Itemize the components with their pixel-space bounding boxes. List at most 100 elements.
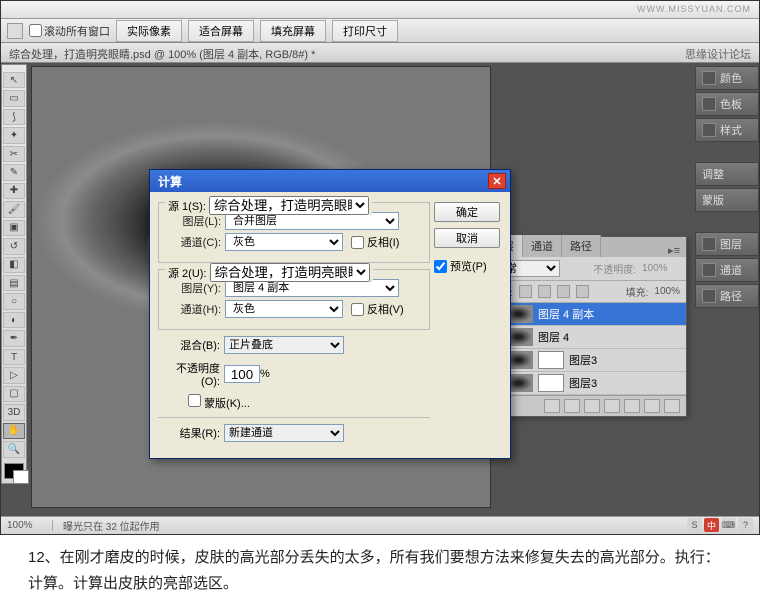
- src2-file-select[interactable]: 综合处理，打造明亮眼睛.psd: [210, 263, 370, 282]
- status-info: 曝光只在 32 位起作用: [63, 518, 160, 533]
- dialog-title: 计算: [158, 173, 182, 190]
- tab-paths[interactable]: 路径: [562, 235, 601, 257]
- channels-dock-tab[interactable]: 通道: [695, 258, 759, 282]
- source1-group: 源 1(S): 综合处理，打造明亮眼睛.psd 图层(L): 合并图层 通道(C…: [158, 202, 430, 263]
- layer-row[interactable]: 👁 图层 4 副本: [484, 303, 686, 326]
- brush-tool[interactable]: 🖌: [3, 201, 25, 217]
- url-watermark: WWW.MISSYUAN.COM: [637, 4, 751, 14]
- eyedropper-tool[interactable]: ✎: [3, 164, 25, 180]
- active-tool-icon[interactable]: [7, 23, 23, 39]
- lock-trans-icon[interactable]: [519, 285, 532, 298]
- close-icon[interactable]: ✕: [488, 173, 506, 189]
- fill-value[interactable]: 100%: [654, 286, 680, 297]
- cancel-button[interactable]: 取消: [434, 228, 500, 248]
- document-tab[interactable]: 综合处理，打造明亮眼睛.psd @ 100% (图层 4 副本, RGB/8#)…: [1, 43, 759, 63]
- print-size-button[interactable]: 打印尺寸: [332, 20, 398, 42]
- lock-pos-icon[interactable]: [557, 285, 570, 298]
- pen-tool[interactable]: ✒: [3, 330, 25, 346]
- system-tray: S 中 ⌨ ?: [687, 518, 753, 532]
- src1-file-select[interactable]: 综合处理，打造明亮眼睛.psd: [209, 196, 369, 215]
- wand-tool[interactable]: ✦: [3, 127, 25, 143]
- layer-row[interactable]: 👁 图层3: [484, 349, 686, 372]
- zoom-tool[interactable]: 🔍: [3, 441, 25, 457]
- ok-button[interactable]: 确定: [434, 202, 500, 222]
- layer-list: 👁 图层 4 副本 👁 图层 4 👁 图层3 👁: [484, 303, 686, 395]
- fx-icon[interactable]: [564, 399, 580, 413]
- mask-icon[interactable]: [584, 399, 600, 413]
- layer-row[interactable]: 👁 图层3: [484, 372, 686, 395]
- 3d-tool[interactable]: 3D: [3, 404, 25, 420]
- styles-panel-tab[interactable]: 样式: [695, 118, 759, 142]
- layers-panel: 图层 通道 路径 ▸≡ 正常 不透明度: 100% 锁定: 填充: 100%: [483, 236, 687, 417]
- tab-channels[interactable]: 通道: [523, 235, 562, 257]
- swatches-panel-tab[interactable]: 色板: [695, 92, 759, 116]
- channel-h-select[interactable]: 灰色: [225, 300, 343, 318]
- lock-all-icon[interactable]: [576, 285, 589, 298]
- channels-icon: [702, 263, 716, 277]
- layers-options: 正常 不透明度: 100%: [484, 257, 686, 281]
- document-title: 综合处理，打造明亮眼睛.psd @ 100% (图层 4 副本, RGB/8#)…: [9, 46, 315, 59]
- color-swatch[interactable]: [4, 463, 24, 479]
- panel-menu-icon[interactable]: ▸≡: [662, 244, 686, 257]
- mask-panel-tab[interactable]: 蒙版: [695, 188, 759, 212]
- layers-dock-tab[interactable]: 图层: [695, 232, 759, 256]
- eraser-tool[interactable]: ◧: [3, 257, 25, 273]
- hand-tool[interactable]: ✋: [3, 423, 25, 439]
- adjust-panel-tab[interactable]: 调整: [695, 162, 759, 186]
- history-brush-tool[interactable]: ↺: [3, 238, 25, 254]
- shape-tool[interactable]: ▢: [3, 386, 25, 402]
- gradient-tool[interactable]: ▤: [3, 275, 25, 291]
- channel-c-select[interactable]: 灰色: [225, 233, 343, 251]
- tutorial-caption: 12、在刚才磨皮的时候，皮肤的高光部分丢失的太多，所有我们要想方法来修复失去的高…: [0, 535, 760, 606]
- adjust-icon[interactable]: [604, 399, 620, 413]
- layer-mask-thumb: [538, 374, 564, 392]
- tray-icon[interactable]: S: [687, 518, 702, 532]
- invert-v-checkbox[interactable]: 反相(V): [351, 301, 404, 317]
- opacity-value[interactable]: 100%: [642, 263, 680, 274]
- new-layer-icon[interactable]: [644, 399, 660, 413]
- actual-pixels-button[interactable]: 实际像素: [116, 20, 182, 42]
- forum-label: 思缘设计论坛: [685, 46, 751, 59]
- color-icon: [702, 71, 716, 85]
- group-icon[interactable]: [624, 399, 640, 413]
- scroll-all-checkbox[interactable]: 滚动所有窗口: [29, 23, 110, 39]
- options-bar: 滚动所有窗口 实际像素 适合屏幕 填充屏幕 打印尺寸: [1, 19, 759, 43]
- source2-group: 源 2(U): 综合处理，打造明亮眼睛.psd 图层(Y): 图层 4 副本 通…: [158, 269, 430, 330]
- layers-icon: [702, 237, 716, 251]
- toolbox: ↖ ▭ ⟆ ✦ ✂ ✎ ✚ 🖌 ▣ ↺ ◧ ▤ ○ ◐ ✒ T ▷ ▢ 3D ✋…: [1, 64, 27, 484]
- right-dock: 颜色 色板 样式 调整 蒙版 图层 通道 路径: [695, 64, 759, 516]
- layer-row[interactable]: 👁 图层 4: [484, 326, 686, 349]
- photoshop-window: 滚动所有窗口 实际像素 适合屏幕 填充屏幕 打印尺寸 综合处理，打造明亮眼睛.p…: [0, 0, 760, 535]
- mask-checkbox[interactable]: 蒙版(K)...: [188, 394, 250, 411]
- marquee-tool[interactable]: ▭: [3, 90, 25, 106]
- invert-i-checkbox[interactable]: 反相(I): [351, 234, 399, 250]
- dialog-titlebar[interactable]: 计算 ✕: [150, 170, 510, 192]
- layer-mask-thumb: [538, 351, 564, 369]
- preview-checkbox[interactable]: 预览(P): [434, 258, 500, 274]
- zoom-level[interactable]: 100%: [7, 520, 53, 531]
- heal-tool[interactable]: ✚: [3, 183, 25, 199]
- paths-dock-tab[interactable]: 路径: [695, 284, 759, 308]
- ime-icon[interactable]: 中: [704, 518, 719, 532]
- layers-panel-tabs: 图层 通道 路径 ▸≡: [484, 237, 686, 257]
- lasso-tool[interactable]: ⟆: [3, 109, 25, 125]
- move-tool[interactable]: ↖: [3, 72, 25, 88]
- link-layers-icon[interactable]: [544, 399, 560, 413]
- fill-screen-button[interactable]: 填充屏幕: [260, 20, 326, 42]
- blend-select[interactable]: 正片叠底: [224, 336, 344, 354]
- path-tool[interactable]: ▷: [3, 367, 25, 383]
- opacity-input[interactable]: [224, 365, 260, 383]
- help-icon[interactable]: ?: [738, 518, 753, 532]
- crop-tool[interactable]: ✂: [3, 146, 25, 162]
- styles-icon: [702, 123, 716, 137]
- stamp-tool[interactable]: ▣: [3, 220, 25, 236]
- fit-screen-button[interactable]: 适合屏幕: [188, 20, 254, 42]
- trash-icon[interactable]: [664, 399, 680, 413]
- lock-paint-icon[interactable]: [538, 285, 551, 298]
- dodge-tool[interactable]: ◐: [3, 312, 25, 328]
- blur-tool[interactable]: ○: [3, 293, 25, 309]
- type-tool[interactable]: T: [3, 349, 25, 365]
- color-panel-tab[interactable]: 颜色: [695, 66, 759, 90]
- result-select[interactable]: 新建通道: [224, 424, 344, 442]
- keyboard-icon[interactable]: ⌨: [721, 518, 736, 532]
